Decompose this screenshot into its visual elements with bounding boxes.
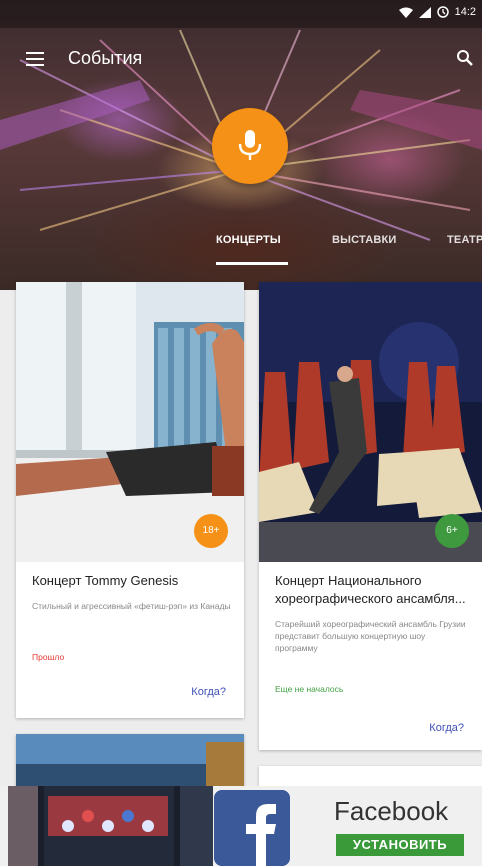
active-tab-indicator: [216, 262, 288, 265]
install-button[interactable]: УСТАНОВИТЬ: [336, 834, 464, 856]
when-link[interactable]: Когда?: [191, 686, 226, 698]
event-title: Концерт Tommy Genesis: [32, 573, 179, 588]
event-status: Еще не началось: [275, 684, 344, 694]
menu-icon[interactable]: [26, 52, 44, 66]
battery-icon: [436, 6, 449, 18]
tab-concerts[interactable]: КОНЦЕРТЫ: [216, 234, 281, 246]
category-tabs: КОНЦЕРТЫ ВЫСТАВКИ ТЕАТР: [0, 226, 482, 266]
page-title: События: [68, 48, 143, 68]
hero-header: 14:2 События КОНЦЕРТЫ ВЫСТАВКИ ТЕАТР: [0, 0, 482, 290]
ad-screenshots: [8, 786, 213, 866]
signal-icon: [418, 6, 431, 18]
facebook-logo-icon: [214, 790, 290, 866]
app-toolbar: События: [0, 40, 482, 80]
event-card[interactable]: 18+ Концерт Tommy Genesis Стильный и агр…: [16, 282, 244, 718]
microphone-icon: [238, 130, 262, 160]
tab-exhibitions[interactable]: ВЫСТАВКИ: [332, 234, 397, 246]
event-image: [16, 734, 244, 794]
status-bar: 14:2: [0, 0, 482, 28]
wifi-icon: [398, 7, 413, 18]
event-title: Концерт Национального хореографического …: [275, 573, 466, 606]
voice-search-button[interactable]: [212, 108, 288, 184]
when-link[interactable]: Когда?: [429, 722, 464, 734]
ad-app-name: Facebook: [334, 796, 449, 826]
event-description: Стильный и агрессивный «фетиш-рэп» из Ка…: [32, 601, 231, 611]
events-screen: 14:2 События КОНЦЕРТЫ ВЫСТАВКИ ТЕАТР 18+…: [0, 0, 482, 866]
age-rating-badge: 18+: [194, 514, 228, 548]
event-card[interactable]: [16, 734, 244, 794]
event-status: Прошло: [32, 652, 65, 662]
search-icon[interactable]: [456, 49, 474, 67]
facebook-ad-banner[interactable]: Facebook УСТАНОВИТЬ: [0, 786, 482, 866]
event-card[interactable]: 6+ Концерт Национального хореографическо…: [259, 282, 482, 750]
event-description: Старейший хореографический ансамбль Груз…: [275, 619, 466, 653]
age-rating-badge: 6+: [435, 514, 469, 548]
tab-theatre[interactable]: ТЕАТР: [447, 234, 482, 246]
status-time: 14:2: [454, 6, 476, 18]
